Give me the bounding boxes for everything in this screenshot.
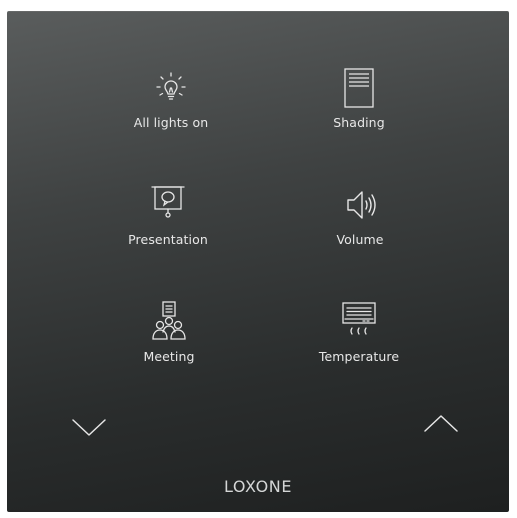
shading-label: Shading bbox=[333, 115, 385, 130]
presentation-button[interactable]: Presentation bbox=[93, 183, 243, 279]
all-lights-on-button[interactable]: All lights on bbox=[96, 66, 246, 162]
presentation-label: Presentation bbox=[128, 232, 208, 247]
touch-panel: All lights on Shading Presentation Volum… bbox=[7, 11, 509, 512]
speaker-icon bbox=[338, 183, 382, 227]
lightbulb-icon bbox=[149, 66, 193, 110]
chevron-up-icon bbox=[424, 415, 458, 432]
brand-logo: LOXONE bbox=[223, 477, 293, 496]
blinds-icon bbox=[337, 66, 381, 110]
temperature-button[interactable]: Temperature bbox=[284, 300, 434, 396]
shading-button[interactable]: Shading bbox=[284, 66, 434, 162]
meeting-label: Meeting bbox=[143, 349, 195, 364]
chevron-down-icon bbox=[72, 419, 106, 436]
meeting-button[interactable]: Meeting bbox=[94, 300, 244, 396]
scroll-down-button[interactable] bbox=[70, 414, 108, 440]
projector-screen-icon bbox=[146, 183, 190, 227]
volume-label: Volume bbox=[336, 232, 384, 247]
volume-button[interactable]: Volume bbox=[285, 183, 435, 279]
all-lights-on-label: All lights on bbox=[133, 115, 209, 130]
meeting-people-icon bbox=[147, 300, 191, 344]
air-conditioner-icon bbox=[337, 300, 381, 344]
temperature-label: Temperature bbox=[318, 349, 400, 364]
scroll-up-button[interactable] bbox=[422, 411, 460, 437]
